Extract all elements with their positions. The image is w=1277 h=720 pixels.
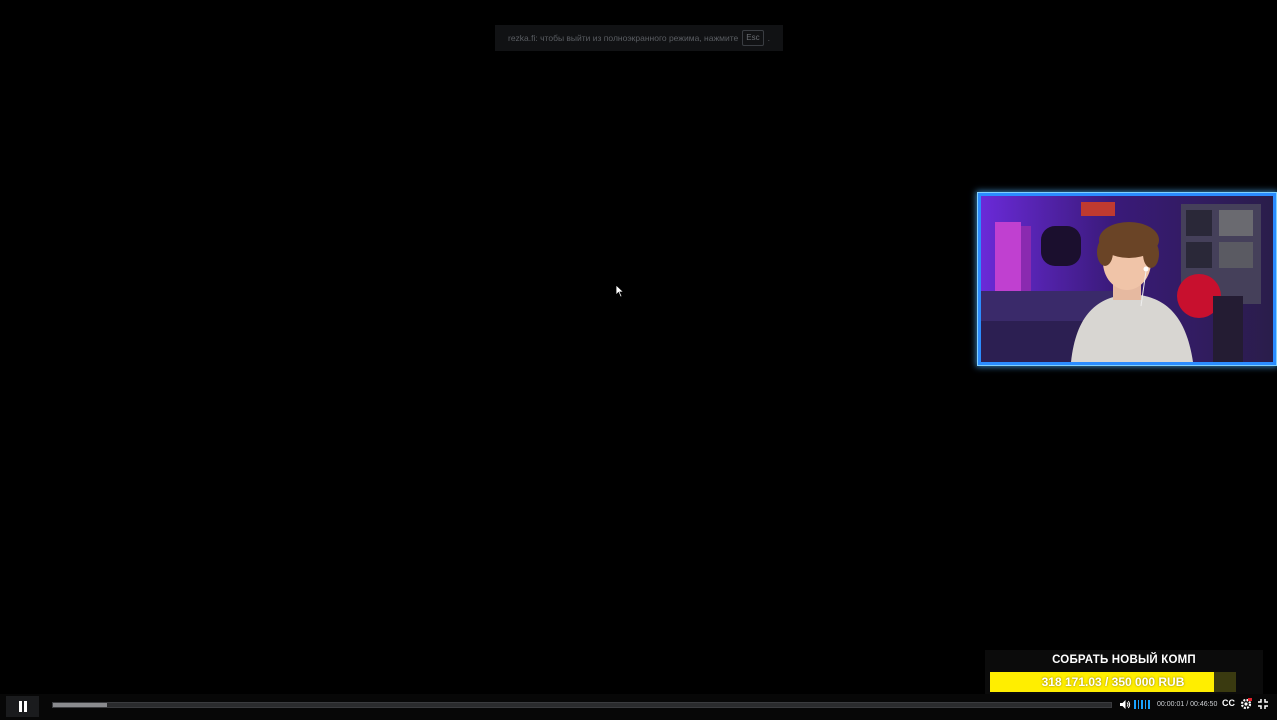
fullscreen-notice-text: rezka.fi: чтобы выйти из полноэкранного … [508,33,739,43]
donation-goal-value: 318 171.03 / 350 000 RUB [1041,675,1185,689]
volume-bar [1134,700,1136,709]
webcam-image [981,196,1273,362]
fullscreen-notice-suffix: . [767,33,770,43]
esc-key-hint: Esc [742,30,764,46]
gear-icon[interactable] [1240,698,1252,710]
fullscreen-video-player[interactable]: rezka.fi: чтобы выйти из полноэкранного … [0,0,1277,720]
volume-slider[interactable] [1134,700,1150,709]
volume-icon[interactable] [1120,699,1131,710]
pause-icon [18,701,27,712]
volume-bar [1137,700,1140,709]
volume-bar [1148,700,1150,709]
subtitles-button[interactable]: CC [1222,698,1235,708]
pause-button[interactable] [6,696,39,717]
seek-bar[interactable] [52,702,1112,708]
donation-goal-bar: 318 171.03 / 350 000 RUB [990,672,1236,692]
donation-goal-widget: СОБРАТЬ НОВЫЙ КОМП 318 171.03 / 350 000 … [985,650,1263,695]
fullscreen-exit-notice: rezka.fi: чтобы выйти из полноэкранного … [495,25,783,51]
donation-goal-title: СОБРАТЬ НОВЫЙ КОМП [1052,654,1196,666]
player-controls-bar: 00:00:01 / 00:46:50 CC [0,694,1277,720]
time-display: 00:00:01 / 00:46:50 [1157,699,1217,710]
mouse-cursor-icon [615,284,625,298]
exit-fullscreen-icon[interactable] [1258,699,1268,709]
streamer-webcam [978,193,1276,365]
seek-bar-buffered [53,703,107,707]
current-time: 00:00:01 [1157,701,1185,708]
volume-bar [1144,700,1147,709]
volume-bar [1141,700,1143,709]
duration: 00:46:50 [1190,701,1218,708]
